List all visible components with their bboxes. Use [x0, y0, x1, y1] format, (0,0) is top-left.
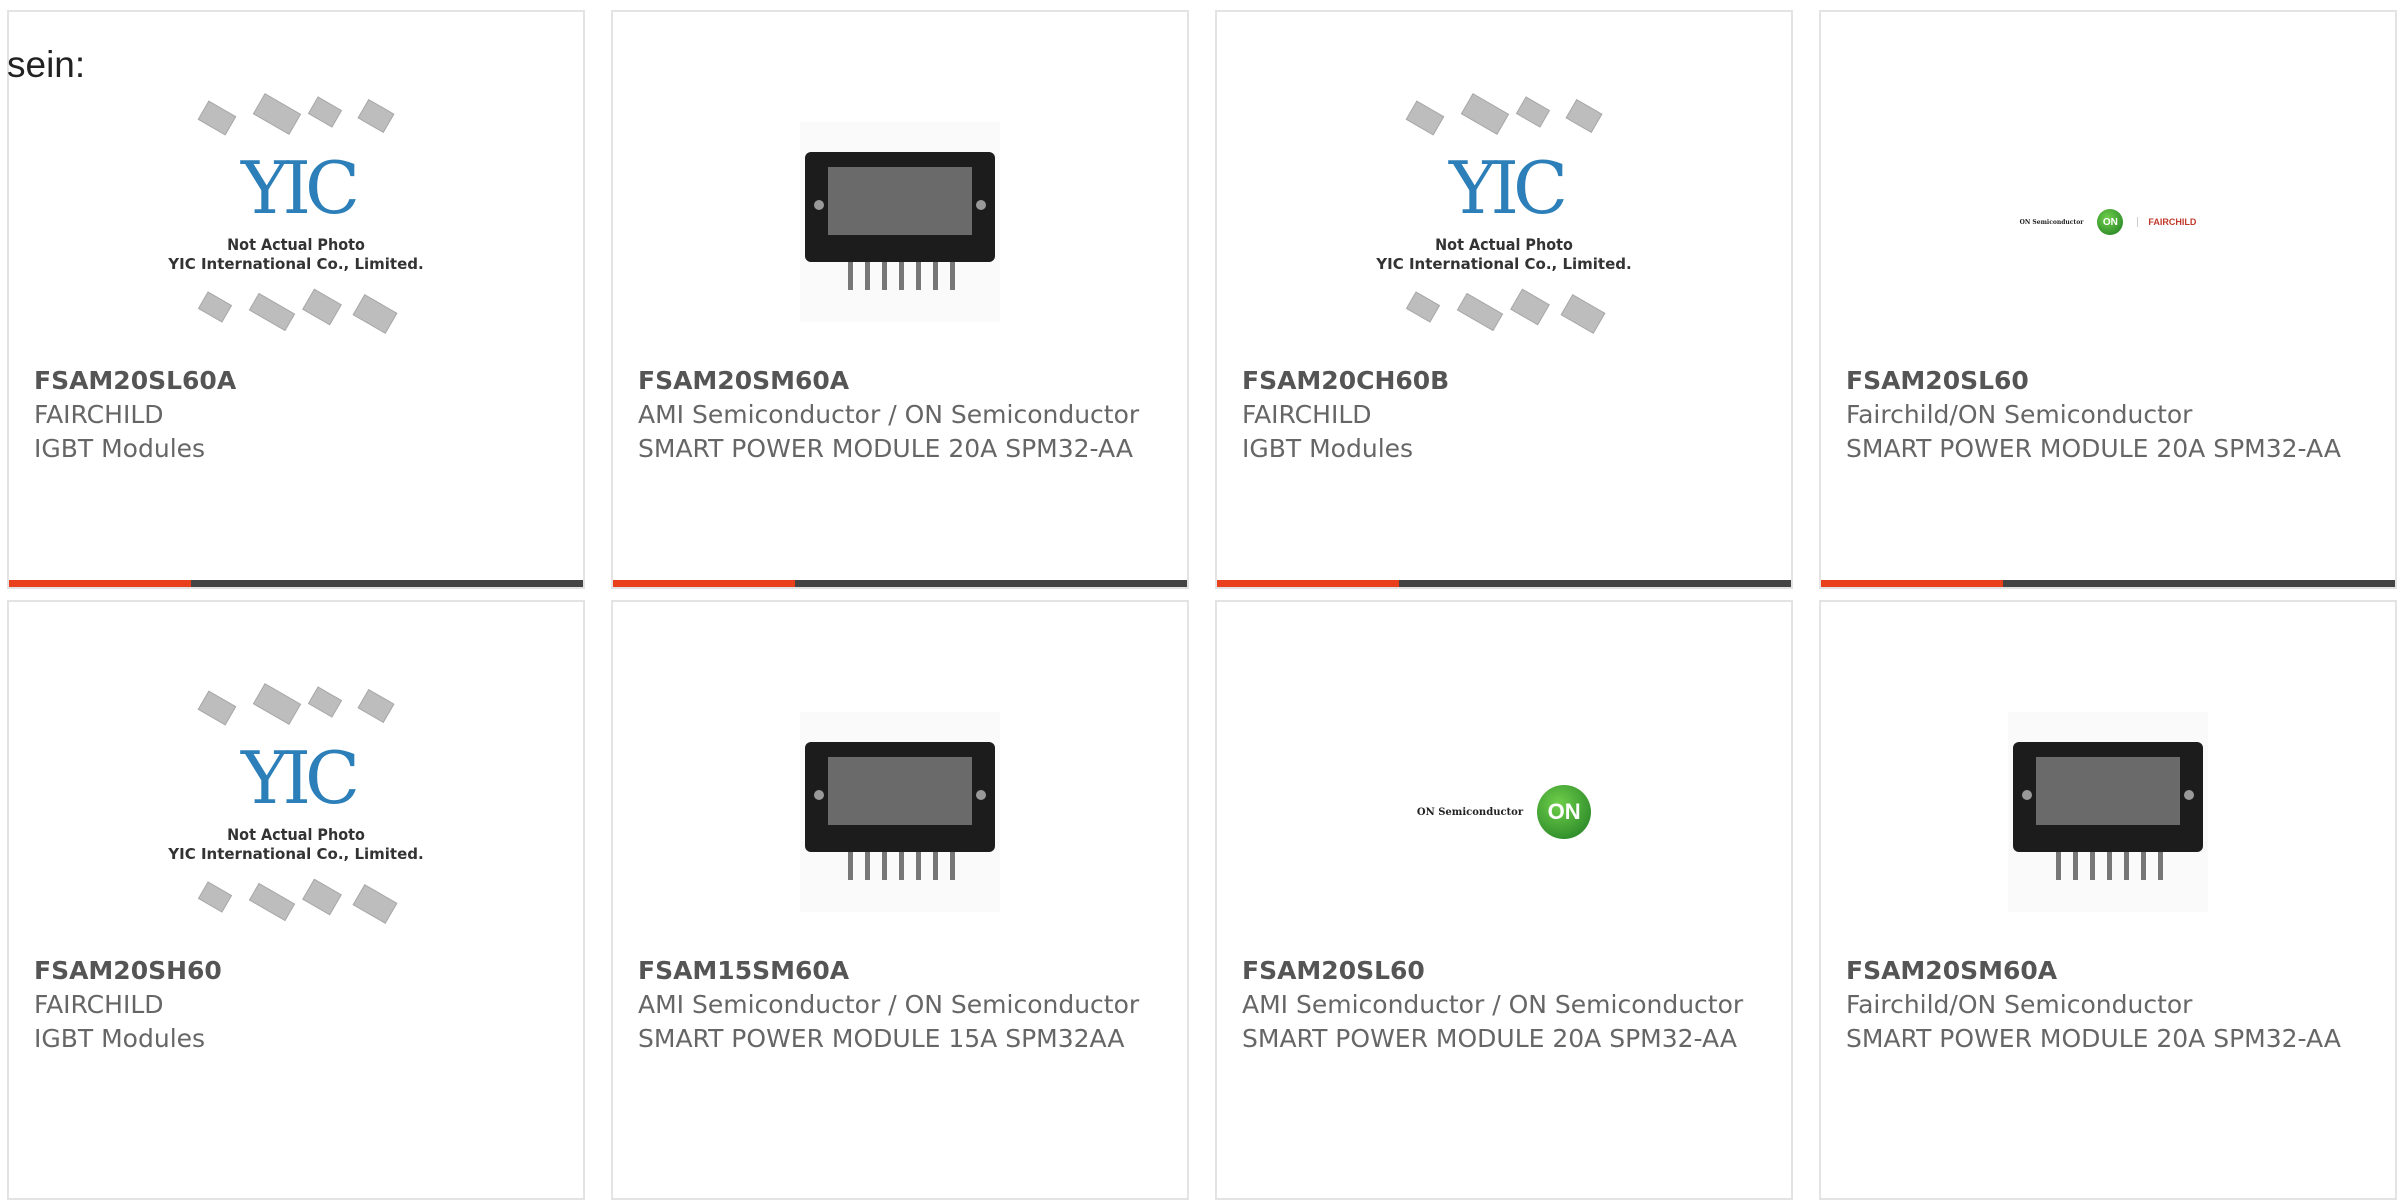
- part-number-link[interactable]: FSAM20SM60A: [1846, 954, 2375, 988]
- description: SMART POWER MODULE 20A SPM32-AA: [1846, 1024, 2341, 1053]
- product-card[interactable]: ON Semiconductor ON FAIRCHILD FSAM20SL60…: [1819, 10, 2397, 589]
- placeholder-caption: Not Actual Photo: [227, 235, 365, 254]
- product-image[interactable]: YIC Not Actual Photo YIC International C…: [9, 92, 583, 352]
- product-image[interactable]: ON Semiconductor ON: [1217, 682, 1791, 942]
- description: IGBT Modules: [34, 1024, 206, 1053]
- product-card[interactable]: FSAM20SM60A Fairchild/ON Semiconductor S…: [1819, 600, 2397, 1200]
- manufacturer: Fairchild/ON Semiconductor: [1846, 990, 2193, 1019]
- product-card[interactable]: FSAM20SM60A AMI Semiconductor / ON Semic…: [611, 10, 1189, 589]
- placeholder-image: YIC Not Actual Photo YIC International C…: [161, 93, 431, 347]
- placeholder-company: YIC International Co., Limited.: [168, 845, 424, 863]
- placeholder-company: YIC International Co., Limited.: [1376, 255, 1632, 273]
- product-image[interactable]: [613, 682, 1187, 942]
- part-number-link[interactable]: FSAM15SM60A: [638, 954, 1167, 988]
- module-photo: [2008, 712, 2208, 912]
- placeholder-company: YIC International Co., Limited.: [168, 255, 424, 273]
- description: IGBT Modules: [1242, 434, 1414, 463]
- product-image[interactable]: YIC Not Actual Photo YIC International C…: [1217, 92, 1791, 352]
- yic-logo: YIC: [1449, 146, 1568, 230]
- card-bar: [1821, 580, 2395, 587]
- placeholder-caption: Not Actual Photo: [1435, 235, 1573, 254]
- on-logo-icon: ON: [1537, 785, 1592, 839]
- description: SMART POWER MODULE 20A SPM32-AA: [1242, 1024, 1737, 1053]
- yic-logo: YIC: [241, 146, 360, 230]
- description: SMART POWER MODULE 15A SPM32AA: [638, 1024, 1125, 1053]
- manufacturer: FAIRCHILD: [34, 990, 164, 1019]
- on-fairchild-logo: ON Semiconductor ON FAIRCHILD: [2019, 209, 2196, 235]
- product-card[interactable]: YIC Not Actual Photo YIC International C…: [1215, 10, 1793, 589]
- card-bar: [613, 580, 1187, 587]
- part-number-link[interactable]: FSAM20SM60A: [638, 364, 1167, 398]
- placeholder-image: YIC Not Actual Photo YIC International C…: [161, 683, 431, 937]
- part-number-link[interactable]: FSAM20SL60: [1846, 364, 2375, 398]
- product-card[interactable]: ON Semiconductor ON FSAM20SL60 AMI Semic…: [1215, 600, 1793, 1200]
- card-bar: [9, 580, 583, 587]
- module-photo: [800, 122, 1000, 322]
- product-image[interactable]: [1821, 682, 2395, 942]
- on-text: ON Semiconductor: [1416, 806, 1524, 818]
- manufacturer: AMI Semiconductor / ON Semiconductor: [638, 990, 1140, 1019]
- fairchild-logo: FAIRCHILD: [2137, 217, 2196, 227]
- manufacturer: FAIRCHILD: [1242, 400, 1372, 429]
- product-image[interactable]: ON Semiconductor ON FAIRCHILD: [1821, 92, 2395, 352]
- manufacturer: AMI Semiconductor / ON Semiconductor: [1242, 990, 1744, 1019]
- product-image[interactable]: YIC Not Actual Photo YIC International C…: [9, 682, 583, 942]
- module-photo: [800, 712, 1000, 912]
- manufacturer: AMI Semiconductor / ON Semiconductor: [638, 400, 1140, 429]
- on-logo-icon: ON: [2097, 209, 2124, 235]
- card-bar: [1217, 580, 1791, 587]
- manufacturer: Fairchild/ON Semiconductor: [1846, 400, 2193, 429]
- part-number-link[interactable]: FSAM20SH60: [34, 954, 563, 988]
- part-number-link[interactable]: FSAM20SL60: [1242, 954, 1771, 988]
- description: SMART POWER MODULE 20A SPM32-AA: [1846, 434, 2341, 463]
- manufacturer: FAIRCHILD: [34, 400, 164, 429]
- product-image[interactable]: [613, 92, 1187, 352]
- on-text: ON Semiconductor: [2019, 218, 2084, 226]
- part-number-link[interactable]: FSAM20SL60A: [34, 364, 563, 398]
- placeholder-image: YIC Not Actual Photo YIC International C…: [1369, 93, 1639, 347]
- on-semi-logo: ON Semiconductor ON: [1416, 785, 1592, 839]
- product-card[interactable]: FSAM15SM60A AMI Semiconductor / ON Semic…: [611, 600, 1189, 1200]
- product-card[interactable]: YIC Not Actual Photo YIC International C…: [7, 600, 585, 1200]
- part-number-link[interactable]: FSAM20CH60B: [1242, 364, 1771, 398]
- description: SMART POWER MODULE 20A SPM32-AA: [638, 434, 1133, 463]
- description: IGBT Modules: [34, 434, 206, 463]
- placeholder-caption: Not Actual Photo: [227, 825, 365, 844]
- yic-logo: YIC: [241, 736, 360, 820]
- product-card[interactable]: YIC Not Actual Photo YIC International C…: [7, 10, 585, 589]
- lead-text: sein:: [7, 44, 86, 85]
